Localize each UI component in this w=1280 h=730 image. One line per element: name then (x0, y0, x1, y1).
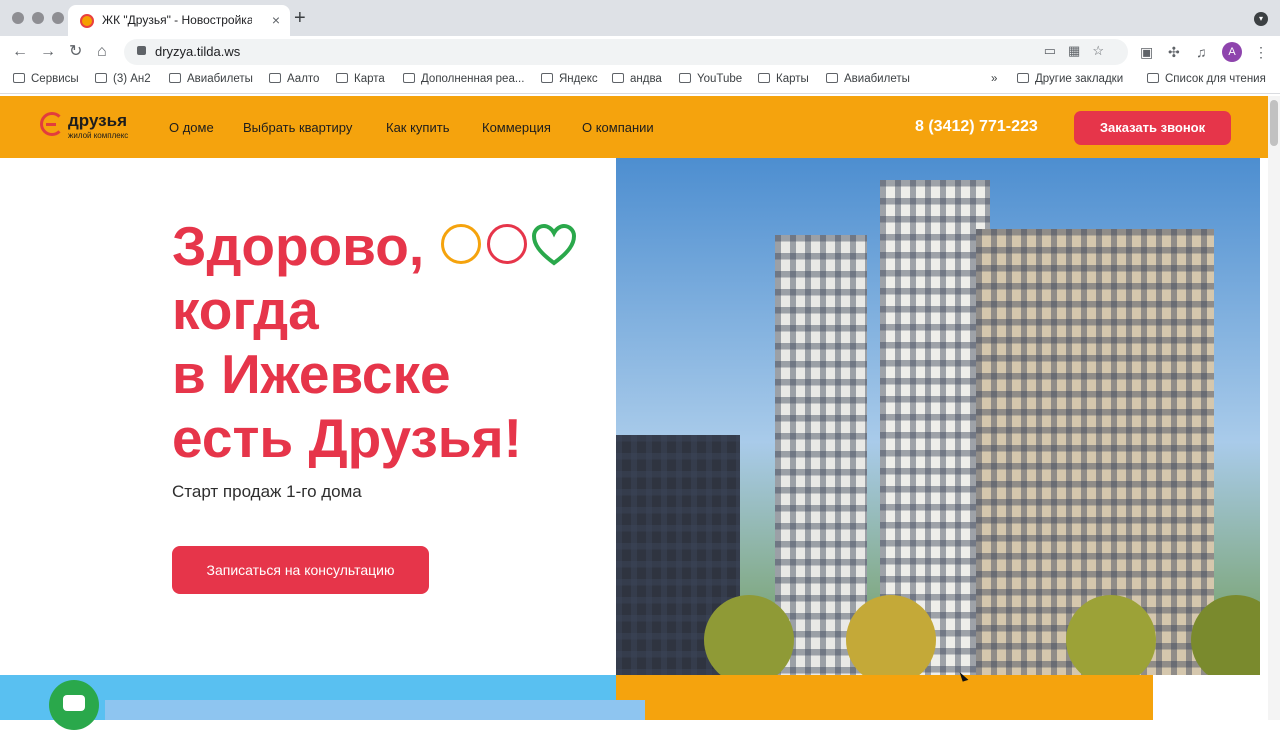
active-tab[interactable]: ЖК "Друзья" - Новостройка × (68, 5, 290, 36)
bookmarks-bar: Сервисы (3) Ан2 Авиабилеты Аалто Карта Д… (0, 68, 1280, 94)
globe-icon (826, 73, 838, 83)
building-rendering-image (616, 158, 1260, 675)
address-bar-icons[interactable]: ▭▦☆ (1044, 43, 1116, 59)
bookmark-maps[interactable]: Карты (758, 73, 809, 85)
tree (846, 595, 936, 675)
tree (1066, 595, 1156, 675)
maps-icon (758, 73, 770, 83)
bookmark-an2[interactable]: (3) Ан2 (95, 73, 151, 85)
close-window-icon[interactable] (12, 12, 24, 24)
site-favicon-icon (80, 14, 94, 28)
chat-icon (63, 695, 85, 711)
forward-icon[interactable]: → (40, 41, 56, 63)
bookmarks-overflow-button[interactable]: » (991, 73, 997, 85)
next-section-image (105, 700, 645, 720)
consultation-button[interactable]: Записаться на консультацию (172, 546, 429, 594)
maximize-window-icon[interactable] (52, 12, 64, 24)
basketball-icon (487, 224, 527, 264)
home-icon[interactable]: ⌂ (97, 41, 107, 63)
browser-toolbar: ← → ↻ ⌂ dryzya.tilda.ws ▭▦☆ ▣ ✣ ♫ ⋮ (0, 36, 1280, 68)
address-bar[interactable]: dryzya.tilda.ws ▭▦☆ (124, 39, 1128, 65)
tab-title: ЖК "Друзья" - Новостройка (102, 13, 252, 27)
url-text: dryzya.tilda.ws (155, 44, 241, 59)
logo-subtitle: жилой комплекс (68, 131, 129, 140)
back-icon[interactable]: ← (12, 41, 28, 63)
logo-name[interactable]: друзья (68, 111, 127, 131)
extensions-puzzle-icon[interactable]: ✣ (1168, 44, 1180, 61)
tab-search-icon[interactable]: ▾ (1254, 12, 1268, 26)
yandex-icon (541, 73, 553, 83)
profile-avatar[interactable]: A (1222, 42, 1242, 62)
folder-icon (1017, 73, 1029, 83)
hero-subtitle: Старт продаж 1-го дома (172, 482, 362, 501)
folder-icon (269, 73, 281, 83)
reading-list[interactable]: Список для чтения (1147, 73, 1266, 85)
browser-tab-strip: ЖК "Друзья" - Новостройка × + ▾ (0, 0, 1280, 36)
headline-line: в Ижевске (172, 343, 451, 405)
bookmark-yandex[interactable]: Яндекс (541, 73, 598, 85)
media-control-icon[interactable]: ♫ (1196, 44, 1207, 60)
bookmark-andva[interactable]: андва (612, 73, 662, 85)
site-header: друзья жилой комплекс О доме Выбрать ква… (0, 96, 1268, 158)
logo-bar (46, 123, 56, 126)
heart-icon (531, 224, 577, 266)
lock-icon (137, 46, 146, 55)
bookmark-aviatickets[interactable]: Авиабилеты (169, 73, 253, 85)
folder-icon (336, 73, 348, 83)
youtube-icon (679, 73, 691, 83)
folder-icon (612, 73, 624, 83)
tall-white-tower (775, 235, 867, 675)
menu-how-to-buy[interactable]: Как купить (386, 120, 449, 135)
bookmark-aalto[interactable]: Аалто (269, 73, 319, 85)
scroll-thumb[interactable] (1270, 100, 1278, 146)
reading-list-icon (1147, 73, 1159, 83)
plane-icon (169, 73, 181, 83)
chat-widget-button[interactable] (49, 680, 99, 730)
tree (704, 595, 794, 675)
headline-line: есть Друзья! (172, 407, 522, 469)
headline-line: когда (172, 279, 319, 341)
bookmark-services[interactable]: Сервисы (13, 73, 79, 85)
minimize-window-icon[interactable] (32, 12, 44, 24)
order-call-button[interactable]: Заказать звонок (1074, 111, 1231, 145)
new-tab-button[interactable]: + (294, 8, 306, 28)
menu-about-company[interactable]: О компании (582, 120, 654, 135)
chat-icon (95, 73, 107, 83)
folder-icon (403, 73, 415, 83)
menu-choose-apartment[interactable]: Выбрать квартиру (243, 120, 352, 135)
close-tab-icon[interactable]: × (272, 12, 280, 28)
page-scrollbar[interactable] (1268, 96, 1280, 720)
bookmark-youtube[interactable]: YouTube (679, 73, 742, 85)
menu-commercial[interactable]: Коммерция (482, 120, 551, 135)
apps-icon (13, 73, 25, 83)
smile-icon (441, 224, 481, 264)
next-section-orange (616, 675, 1153, 720)
bookmark-karta[interactable]: Карта (336, 73, 385, 85)
bookmark-aviatickets-2[interactable]: Авиабилеты (826, 73, 910, 85)
browser-menu-icon[interactable]: ⋮ (1254, 44, 1268, 61)
extension-screen-icon[interactable]: ▣ (1140, 44, 1153, 61)
bookmark-ar[interactable]: Дополненная реа... (403, 73, 524, 85)
other-bookmarks[interactable]: Другие закладки (1017, 73, 1123, 85)
menu-about-house[interactable]: О доме (169, 120, 214, 135)
reload-icon[interactable]: ↻ (69, 41, 82, 63)
phone-number[interactable]: 8 (3412) 771-223 (915, 118, 1038, 136)
